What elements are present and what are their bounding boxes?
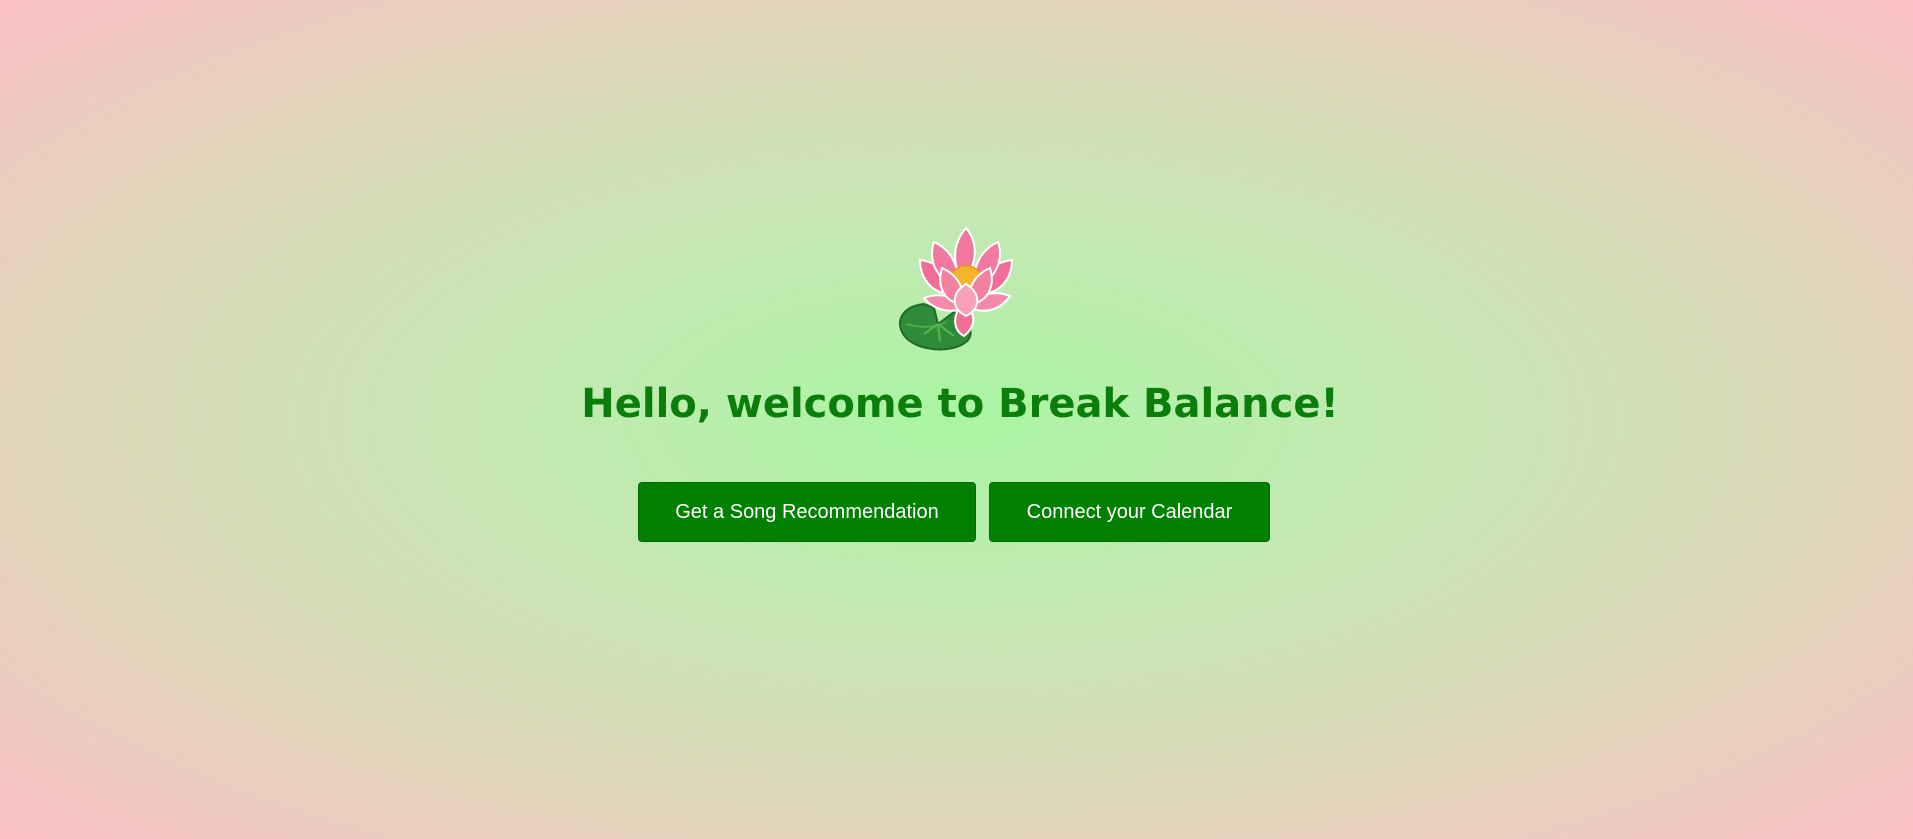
- page-title: Hello, welcome to Break Balance!: [581, 381, 1339, 427]
- song-recommendation-button[interactable]: Get a Song Recommendation: [638, 482, 976, 542]
- connect-calendar-button[interactable]: Connect your Calendar: [989, 482, 1270, 542]
- action-buttons: Get a Song Recommendation Connect your C…: [638, 482, 1270, 542]
- lotus-icon: [899, 226, 1014, 351]
- welcome-screen: Hello, welcome to Break Balance! Get a S…: [0, 0, 1913, 839]
